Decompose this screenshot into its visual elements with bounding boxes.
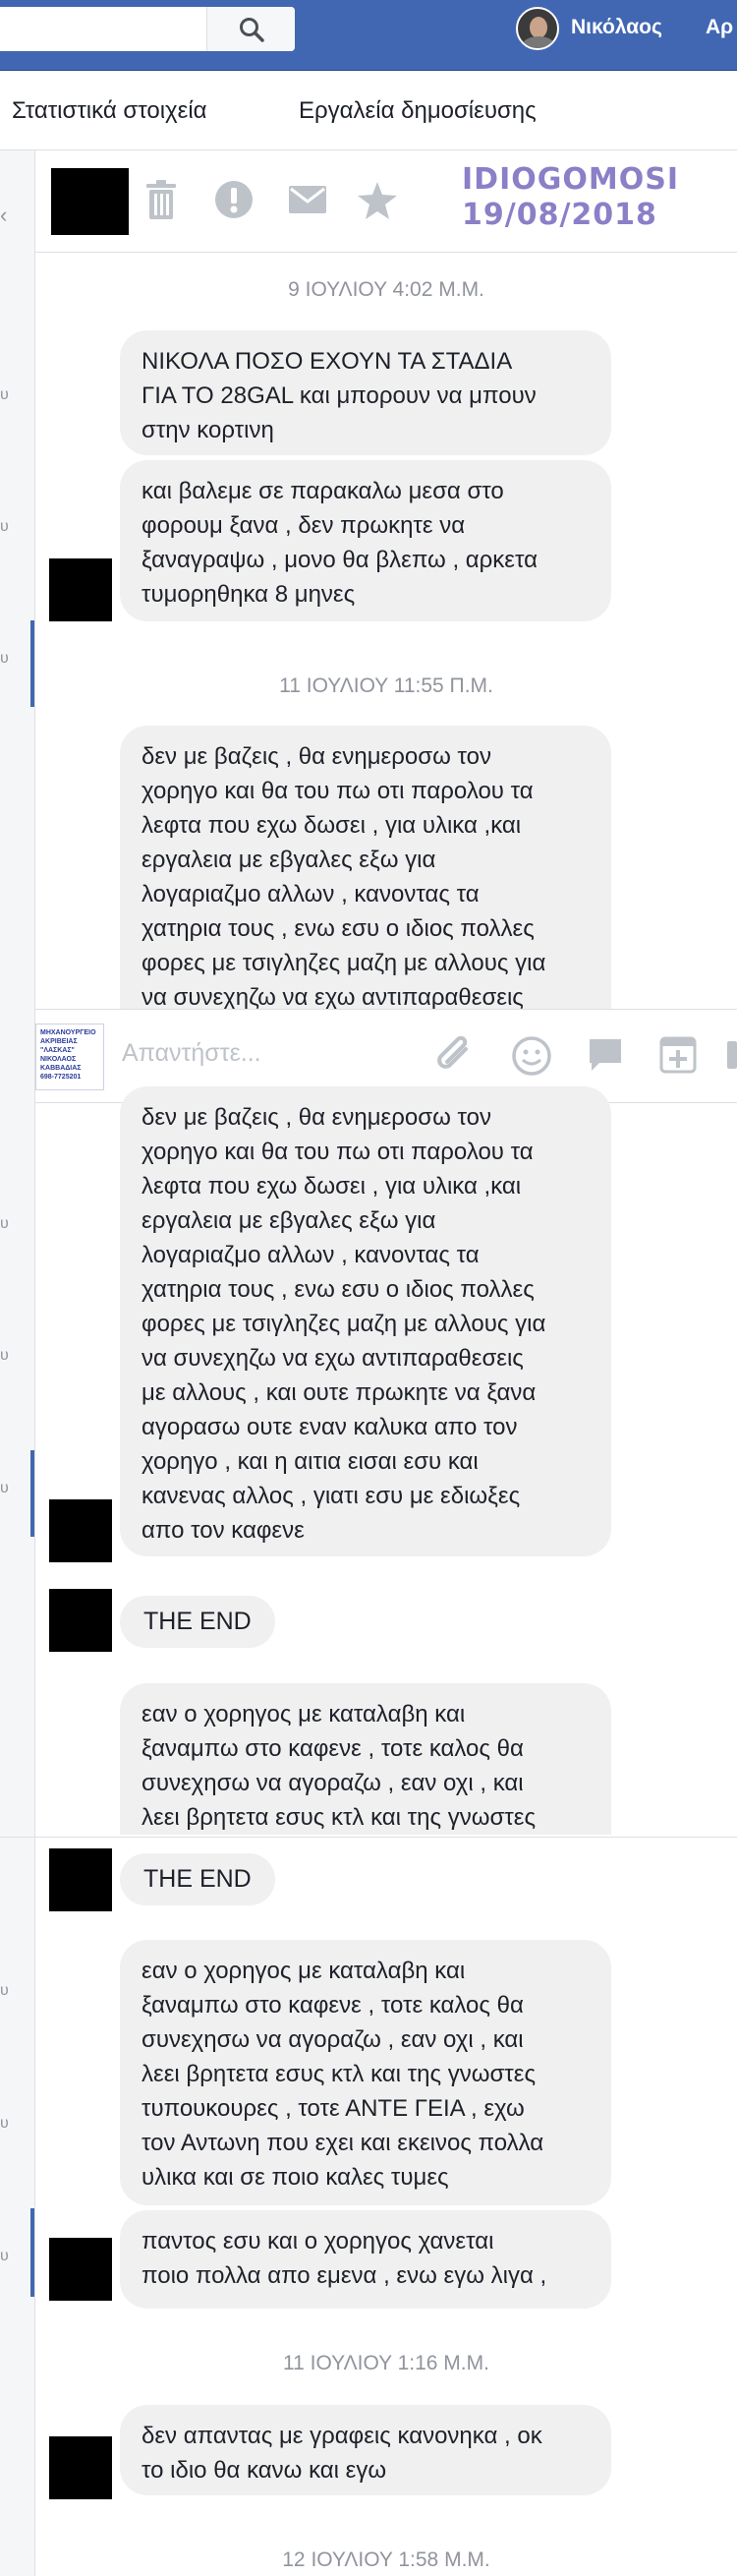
logo-text: ΜΗΧΑΝΟΥΡΓΕΙΟ — [40, 1029, 96, 1036]
conversation-list-item[interactable]: υ — [0, 1215, 9, 1233]
add-icon[interactable] — [658, 1035, 698, 1080]
search-input[interactable] — [0, 7, 295, 51]
sender-avatar — [49, 1499, 112, 1562]
message-bubble: δεν με βαζεις , θα ενημεροσω τον χορηγο … — [120, 726, 611, 1009]
label-line: 19/08/2018 — [462, 198, 657, 232]
conversation-list-item[interactable]: υ — [0, 386, 9, 404]
active-conversation-indicator — [30, 1450, 34, 1537]
message-bubble: δεν απαντας με γραφεις κανονηκα , οκ το … — [120, 2405, 611, 2495]
message-header: IDIOGOMOSI 19/08/2018 — [35, 150, 737, 253]
sender-avatar — [49, 558, 112, 621]
reply-input[interactable]: Απαντήστε... — [122, 1039, 261, 1068]
conversation-list-item[interactable]: υ — [0, 650, 9, 668]
delete-icon[interactable] — [143, 180, 179, 224]
tab-insights[interactable]: Στατιστικά στοιχεία — [12, 97, 207, 125]
message-bubble: ΝΙΚΟΛΑ ΠΟΣΟ ΕΧΟΥΝ ΤΑ ΣΤΑΔΙΑ ΓΙΑ ΤΟ 28GAL… — [120, 330, 611, 455]
star-icon[interactable] — [358, 182, 397, 224]
logo-text: ΑΚΡΙΒΕΙΑΣ — [40, 1038, 78, 1045]
conversation-list-item[interactable]: υ — [0, 518, 9, 536]
sender-avatar — [49, 2436, 112, 2499]
date-separator: 11 ΙΟΥΛΙΟΥ 11:55 Π.Μ. — [279, 674, 493, 697]
message-bubble: παντος εσυ και ο χορηγος χανεται ποιο πο… — [120, 2210, 611, 2309]
more-icon[interactable] — [727, 1035, 737, 1080]
message-bubble: THE END — [120, 1596, 275, 1648]
user-name-link[interactable]: Νικόλαος — [571, 16, 662, 39]
home-link[interactable]: Αρ — [706, 16, 733, 39]
conversation-list-item[interactable]: υ — [0, 1347, 9, 1365]
logo-text: 698-7725201 — [40, 1074, 82, 1081]
active-conversation-indicator — [30, 2208, 34, 2297]
mark-unread-icon[interactable] — [289, 186, 326, 218]
date-separator: 11 ΙΟΥΛΙΟΥ 1:16 Μ.Μ. — [283, 2352, 489, 2374]
sender-avatar — [49, 1848, 112, 1911]
sender-avatar — [49, 1589, 112, 1652]
label-line: IDIOGOMOSI — [462, 162, 679, 197]
search-button[interactable] — [206, 7, 295, 51]
date-separator: 12 ΙΟΥΛΙΟΥ 1:58 Μ.Μ. — [282, 2548, 490, 2571]
conversation-list-item[interactable]: υ — [0, 1982, 9, 2000]
contact-avatar — [51, 168, 129, 235]
logo-text: ΝΙΚΟΛΑΟΣ — [40, 1056, 77, 1063]
conversation-list-item[interactable]: ‹ — [0, 203, 7, 228]
attachment-icon[interactable] — [436, 1035, 476, 1083]
tab-publishing-tools[interactable]: Εργαλεία δημοσίευσης — [299, 97, 537, 125]
message-bubble: και βαλεμε σε παρακαλω μεσα στο φορουμ ξ… — [120, 460, 611, 621]
conversation-list-item[interactable]: υ — [0, 2248, 9, 2265]
page-logo: ΜΗΧΑΝΟΥΡΓΕΙΟ ΑΚΡΙΒΕΙΑΣ "ΛΑΣΚΑΣ" ΝΙΚΟΛΑΟΣ… — [35, 1024, 104, 1090]
page-tabs: Στατιστικά στοιχεία Εργαλεία δημοσίευσης — [0, 72, 737, 150]
date-separator: 9 ΙΟΥΛΙΟΥ 4:02 Μ.Μ. — [288, 278, 484, 301]
conversation-list-item[interactable]: υ — [0, 2115, 9, 2133]
label-tag: IDIOGOMOSI 19/08/2018 — [462, 162, 679, 233]
conversation-list: ‹ υ υ υ υ υ υ υ υ υ — [0, 150, 35, 2576]
message-bubble: THE END — [120, 1853, 275, 1905]
top-navigation-bar: Νικόλαος Αρ — [0, 0, 737, 71]
mark-spam-icon[interactable] — [214, 180, 254, 224]
search-icon — [240, 18, 264, 42]
conversation-list-item[interactable]: υ — [0, 1480, 9, 1497]
message-bubble: δεν με βαζεις , θα ενημεροσω τον χορηγο … — [120, 1086, 611, 1556]
logo-text: ΚΑΒΒΑΔΙΑΣ — [40, 1065, 82, 1072]
sender-avatar — [49, 2238, 112, 2301]
saved-replies-icon[interactable] — [586, 1035, 625, 1080]
user-avatar[interactable] — [516, 7, 559, 50]
message-bubble: εαν ο χορηγος με καταλαβη και ξαναμπω στ… — [120, 1940, 611, 2205]
screenshot-divider — [0, 1837, 737, 1838]
message-bubble: εαν ο χορηγος με καταλαβη και ξαναμπω στ… — [120, 1683, 611, 1835]
logo-text: "ΛΑΣΚΑΣ" — [40, 1047, 75, 1054]
active-conversation-indicator — [30, 620, 34, 707]
emoji-icon[interactable] — [511, 1035, 552, 1082]
